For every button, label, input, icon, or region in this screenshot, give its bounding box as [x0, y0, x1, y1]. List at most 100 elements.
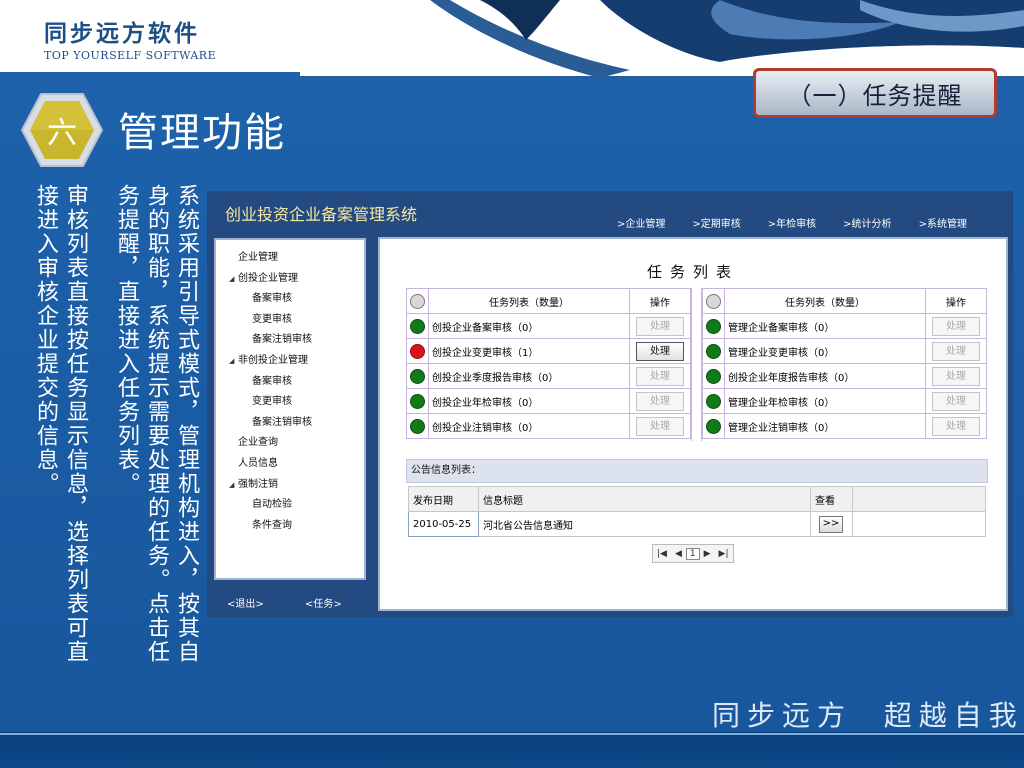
process-button[interactable]: 处理	[636, 341, 684, 361]
process-button[interactable]: 处理	[932, 341, 980, 361]
process-button[interactable]: 处理	[636, 391, 684, 411]
table-header: 任务列表（数量） 操作	[406, 288, 691, 314]
sidebar-item[interactable]: ◢ 创投企业管理	[216, 269, 364, 290]
sidebar-links: <退出> <任务>	[227, 595, 380, 610]
status-green-icon	[410, 418, 425, 434]
slide: 同步远方软件 TOP YOURSELF SOFTWARE （一）任务提醒 六 管…	[0, 0, 1024, 768]
app-window: 创业投资企业备案管理系统 >企业管理 >定期审核 >年检审核 >统计分析 >系统…	[207, 191, 1013, 617]
column-header-task: 任务列表（数量）	[724, 288, 926, 314]
description-column-2: 身的职能，系统提示需要处理的任务。点击任	[144, 184, 169, 664]
sidebar-item[interactable]: 备案审核	[216, 372, 364, 393]
sidebar-item[interactable]: 备案注销审核	[216, 413, 364, 434]
sidebar-item[interactable]: 变更审核	[216, 392, 364, 413]
task-name: 管理企业备案审核（0）	[724, 313, 926, 339]
status-green-icon	[706, 393, 721, 409]
nav-annual-inspection[interactable]: >年检审核	[768, 215, 816, 230]
nav-periodic-review[interactable]: >定期审核	[692, 215, 740, 230]
task-name: 管理企业注销审核（0）	[724, 413, 926, 439]
sidebar-item[interactable]: 备案审核	[216, 289, 364, 310]
first-page-icon[interactable]: |◀	[653, 549, 671, 559]
status-header-icon	[706, 293, 721, 309]
last-page-icon[interactable]: ▶|	[715, 549, 733, 559]
column-header-view: 查看	[810, 486, 853, 512]
sidebar-tree: 企业管理 ◢ 创投企业管理 备案审核 变更审核 备案注销审核 ◢ 非创投企业管理 备…	[216, 240, 364, 536]
sidebar-item[interactable]: 自动检验	[216, 495, 364, 516]
sidebar-item[interactable]: ◢ 强制注销	[216, 475, 364, 496]
description-column-1: 系统采用引导式模式，管理机构进入，按其自	[174, 184, 199, 664]
notice-table: 发布日期 信息标题 查看 2010-05-25 河北省公告信息通知 >>	[408, 486, 986, 537]
column-header-date: 发布日期	[408, 486, 479, 512]
column-header-op: 操作	[925, 288, 987, 314]
task-list-title: 任务列表	[646, 263, 739, 281]
section-badge: （一）任务提醒	[753, 68, 997, 118]
company-name-en: TOP YOURSELF SOFTWARE	[44, 49, 217, 62]
pager: |◀ ◀ 1 ▶ ▶|	[652, 544, 734, 563]
notice-list-header: 公告信息列表：	[406, 459, 988, 483]
task-link[interactable]: <任务>	[305, 599, 342, 610]
task-name: 管理企业变更审核（0）	[724, 338, 926, 364]
table-row: 创投企业年检审核（0） 处理	[406, 388, 691, 414]
page-title: 管理功能	[118, 110, 286, 156]
section-number: 六	[47, 116, 77, 151]
top-nav: >企业管理 >定期审核 >年检审核 >统计分析 >系统管理	[617, 215, 994, 230]
column-header-title: 信息标题	[478, 486, 811, 512]
company-name-cn: 同步远方软件	[44, 21, 200, 47]
status-green-icon	[410, 318, 425, 334]
nav-system-management[interactable]: >系统管理	[919, 215, 967, 230]
process-button[interactable]: 处理	[932, 366, 980, 386]
table-row: 管理企业变更审核（0） 处理	[702, 338, 987, 364]
process-button[interactable]: 处理	[932, 416, 980, 436]
header-swoosh-graphic	[300, 0, 1024, 78]
status-green-icon	[410, 393, 425, 409]
sidebar-item[interactable]: 条件查询	[216, 516, 364, 537]
nav-statistics[interactable]: >统计分析	[843, 215, 891, 230]
table-row: 创投企业备案审核（0） 处理	[406, 313, 691, 339]
table-row[interactable]: 2010-05-25 河北省公告信息通知 >>	[408, 511, 986, 537]
sidebar-item[interactable]: ◢ 非创投企业管理	[216, 351, 364, 372]
sidebar-item[interactable]: 人员信息	[216, 454, 364, 475]
process-button[interactable]: 处理	[636, 366, 684, 386]
task-name: 创投企业变更审核（1）	[428, 338, 630, 364]
process-button[interactable]: 处理	[636, 316, 684, 336]
footer-slogan: 同步远方 超越自我	[712, 699, 1024, 732]
table-header: 发布日期 信息标题 查看	[408, 486, 986, 512]
process-button[interactable]: 处理	[636, 416, 684, 436]
table-row: 创投企业变更审核（1） 处理	[406, 338, 691, 364]
column-header-task: 任务列表（数量）	[428, 288, 630, 314]
status-green-icon	[706, 343, 721, 359]
table-row: 管理企业注销审核（0） 处理	[702, 413, 987, 439]
status-green-icon	[706, 318, 721, 334]
task-table-left: 任务列表（数量） 操作 创投企业备案审核（0） 处理 创投企业变更审核（1） 处…	[406, 288, 691, 439]
table-divider	[691, 288, 702, 441]
status-green-icon	[706, 418, 721, 434]
logout-link[interactable]: <退出>	[227, 599, 264, 610]
next-page-icon[interactable]: ▶	[700, 549, 715, 559]
table-row: 管理企业备案审核（0） 处理	[702, 313, 987, 339]
process-button[interactable]: 处理	[932, 316, 980, 336]
status-green-icon	[706, 368, 721, 384]
column-header-op: 操作	[629, 288, 691, 314]
sidebar-item[interactable]: 变更审核	[216, 310, 364, 331]
sidebar-item[interactable]: 企业查询	[216, 433, 364, 454]
description-column-5: 接进入审核企业提交的信息。	[33, 184, 58, 496]
task-name: 创投企业备案审核（0）	[428, 313, 630, 339]
sidebar: 企业管理 ◢ 创投企业管理 备案审核 变更审核 备案注销审核 ◢ 非创投企业管理 备…	[214, 238, 366, 580]
task-name: 创投企业年检审核（0）	[428, 388, 630, 414]
sidebar-item[interactable]: 备案注销审核	[216, 330, 364, 351]
table-row: 创投企业注销审核（0） 处理	[406, 413, 691, 439]
collapse-triangle-icon[interactable]: ◢	[229, 351, 238, 372]
description-column-3: 务提醒，直接进入任务列表。	[114, 184, 139, 496]
collapse-triangle-icon[interactable]: ◢	[229, 475, 238, 496]
sidebar-item[interactable]: 企业管理	[216, 248, 364, 269]
task-name: 创投企业年度报告审核（0）	[724, 363, 926, 389]
app-title: 创业投资企业备案管理系统	[225, 205, 418, 224]
task-name: 创投企业季度报告审核（0）	[428, 363, 630, 389]
notice-date: 2010-05-25	[408, 511, 479, 537]
collapse-triangle-icon[interactable]: ◢	[229, 269, 238, 290]
process-button[interactable]: 处理	[932, 391, 980, 411]
table-header: 任务列表（数量） 操作	[702, 288, 987, 314]
nav-enterprise-management[interactable]: >企业管理	[617, 215, 665, 230]
current-page[interactable]: 1	[685, 547, 700, 560]
prev-page-icon[interactable]: ◀	[671, 549, 686, 559]
view-button[interactable]: >>	[819, 515, 843, 533]
